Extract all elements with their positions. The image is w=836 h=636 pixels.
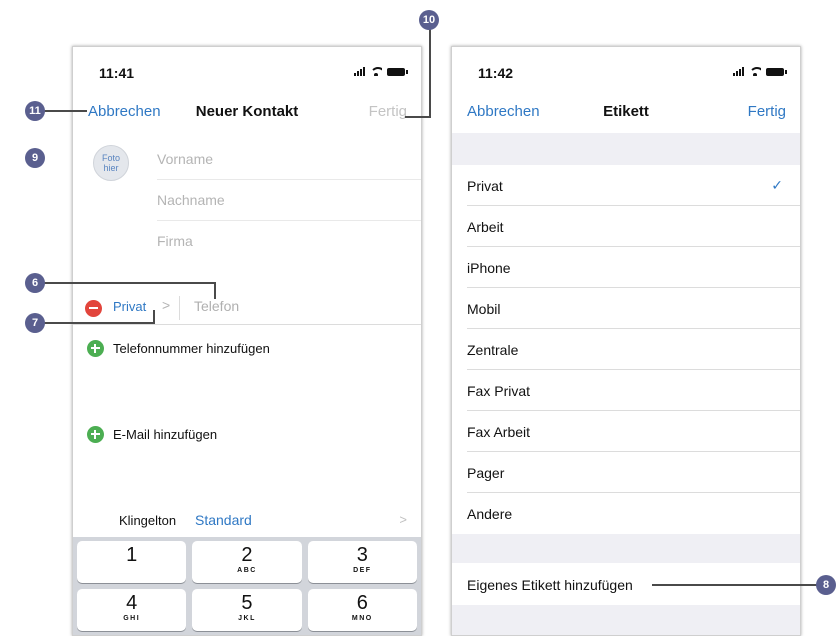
callout-leader-line xyxy=(652,584,822,586)
ringtone-label: Klingelton xyxy=(119,513,177,528)
label-list: Privat ✓ Arbeit iPhone Mobil Zentrale Fax Priv… xyxy=(452,165,800,534)
battery-icon xyxy=(387,68,408,76)
callout-leader-line xyxy=(40,282,216,284)
divider xyxy=(179,296,180,320)
first-name-field[interactable]: Vorname xyxy=(157,151,213,167)
callout-11: 11 xyxy=(25,101,45,121)
ringtone-value: Standard xyxy=(195,512,252,528)
ringtone-row[interactable]: Klingelton Standard > xyxy=(73,499,421,537)
chevron-right-icon: > xyxy=(399,512,407,527)
key-digit: 2 xyxy=(241,544,253,566)
delete-phone-icon[interactable] xyxy=(85,300,102,317)
callout-leader-line xyxy=(40,322,155,324)
callout-leader-line xyxy=(153,310,155,324)
add-phone-label: Telefonnummer hinzufügen xyxy=(113,341,270,356)
label-option-mobil[interactable]: Mobil xyxy=(452,288,800,329)
key-3[interactable]: 3 DEF xyxy=(307,541,417,583)
callout-6: 6 xyxy=(25,273,45,293)
nav-bar: Abbrechen Neuer Kontakt Fertig xyxy=(73,97,421,133)
label-option-text: Zentrale xyxy=(467,342,519,358)
phone-entry-row: Privat > Telefon xyxy=(73,290,421,325)
key-letters: GHI xyxy=(123,615,141,622)
key-digit: 6 xyxy=(356,592,368,614)
done-button[interactable]: Fertig xyxy=(748,103,786,120)
key-letters: DEF xyxy=(353,567,372,574)
key-digit: 4 xyxy=(126,592,138,614)
phone-number-field[interactable]: Telefon xyxy=(194,298,239,314)
add-email-label: E-Mail hinzufügen xyxy=(113,427,218,442)
key-digit: 5 xyxy=(241,592,253,614)
add-photo-button[interactable]: Foto hier xyxy=(93,145,129,181)
key-letters: MNO xyxy=(351,615,373,622)
key-2[interactable]: 2 ABC xyxy=(192,541,302,583)
status-icons xyxy=(733,67,787,76)
label-option-text: Privat xyxy=(467,178,503,194)
label-picker-screen: 11:42 Abbrechen Etikett Fertig Privat ✓ Ar… xyxy=(451,46,801,636)
company-field[interactable]: Firma xyxy=(157,233,193,249)
battery-icon xyxy=(766,68,787,76)
label-option-arbeit[interactable]: Arbeit xyxy=(452,206,800,247)
signal-icon xyxy=(354,67,365,76)
key-6[interactable]: 6 MNO xyxy=(307,589,417,631)
nav-bar: Abbrechen Etikett Fertig xyxy=(452,97,800,133)
key-letters: ABC xyxy=(237,567,257,574)
status-bar: 11:41 xyxy=(73,47,421,97)
callout-leader-line xyxy=(405,116,431,118)
callout-7: 7 xyxy=(25,313,45,333)
key-5[interactable]: 5 JKL xyxy=(192,589,302,631)
label-option-andere[interactable]: Andere xyxy=(452,493,800,534)
key-4[interactable]: 4 GHI xyxy=(77,589,187,631)
label-option-pager[interactable]: Pager xyxy=(452,452,800,493)
plus-icon xyxy=(87,340,104,357)
label-option-fax-arbeit[interactable]: Fax Arbeit xyxy=(452,411,800,452)
label-option-text: Fax Arbeit xyxy=(467,424,531,440)
plus-icon xyxy=(87,426,104,443)
label-option-zentrale[interactable]: Zentrale xyxy=(452,329,800,370)
label-option-privat[interactable]: Privat ✓ xyxy=(452,165,800,206)
phone-label-button[interactable]: Privat xyxy=(113,299,146,314)
callout-10: 10 xyxy=(419,10,439,30)
status-time: 11:41 xyxy=(99,65,135,81)
divider xyxy=(157,179,421,180)
chevron-right-icon: > xyxy=(162,297,171,313)
label-option-fax-privat[interactable]: Fax Privat xyxy=(452,370,800,411)
add-custom-label-text: Eigenes Etikett hinzufügen xyxy=(467,577,633,593)
status-icons xyxy=(354,67,408,76)
callout-leader-line xyxy=(40,110,87,112)
label-option-text: Pager xyxy=(467,465,505,481)
callout-8: 8 xyxy=(816,575,836,595)
numeric-keypad: 1 2 ABC 3 DEF 4 GHI 5 JKL 6 MNO xyxy=(73,537,421,635)
section-spacer xyxy=(452,133,800,165)
last-name-field[interactable]: Nachname xyxy=(157,192,225,208)
signal-icon xyxy=(733,67,744,76)
key-letters: JKL xyxy=(238,615,256,622)
wifi-icon xyxy=(370,67,382,76)
label-option-text: Arbeit xyxy=(467,219,504,235)
checkmark-icon: ✓ xyxy=(771,177,783,193)
callout-leader-line xyxy=(214,282,216,299)
new-contact-screen: 11:41 Abbrechen Neuer Kontakt Fertig Fot… xyxy=(72,46,422,636)
label-option-iphone[interactable]: iPhone xyxy=(452,247,800,288)
key-digit: 3 xyxy=(356,544,368,566)
wifi-icon xyxy=(749,67,761,76)
callout-leader-line xyxy=(429,28,431,118)
done-button[interactable]: Fertig xyxy=(369,103,407,120)
label-option-text: Fax Privat xyxy=(467,383,531,399)
label-option-text: Mobil xyxy=(467,301,501,317)
label-option-text: iPhone xyxy=(467,260,511,276)
divider xyxy=(157,220,421,221)
status-bar: 11:42 xyxy=(452,47,800,97)
status-time: 11:42 xyxy=(478,65,514,81)
callout-9: 9 xyxy=(25,148,45,168)
key-1[interactable]: 1 xyxy=(77,541,187,583)
key-digit: 1 xyxy=(126,544,138,566)
label-option-text: Andere xyxy=(467,506,513,522)
